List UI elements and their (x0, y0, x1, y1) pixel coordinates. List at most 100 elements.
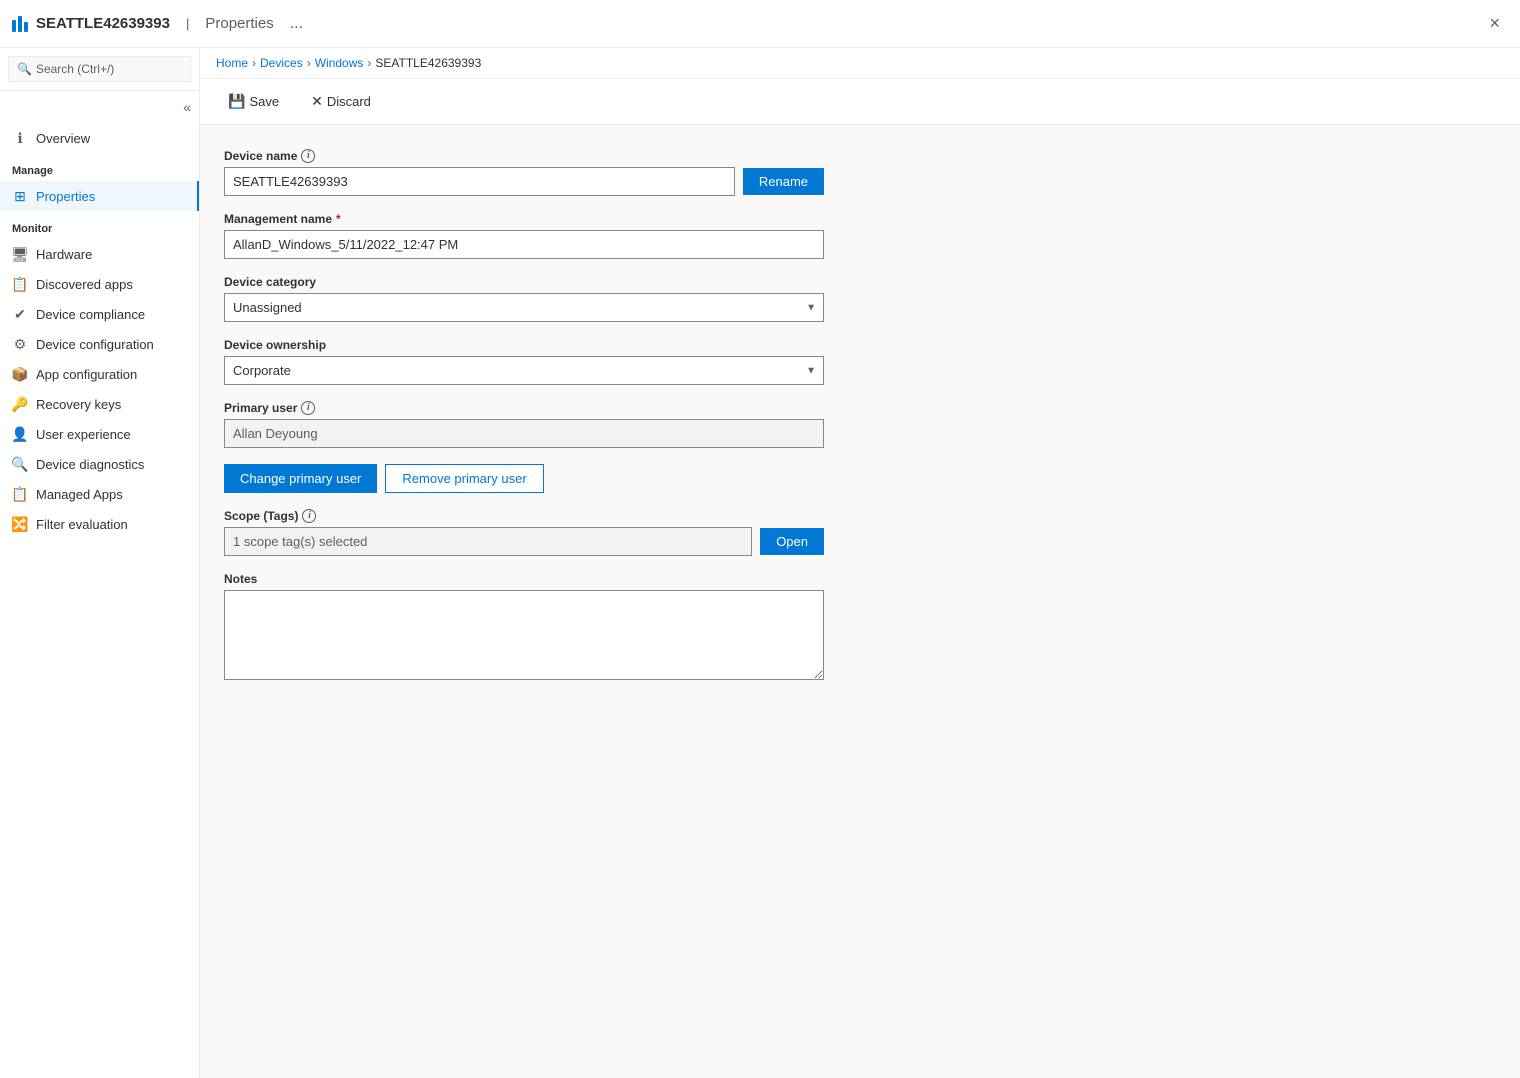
device-category-label: Device category (224, 275, 824, 289)
breadcrumb-sep-2: › (307, 56, 311, 70)
discard-button[interactable]: ✕ Discard (299, 87, 383, 116)
sidebar-item-app-configuration[interactable]: 📦 App configuration (0, 359, 199, 389)
notes-textarea[interactable] (224, 590, 824, 680)
sidebar-item-label: Filter evaluation (36, 517, 128, 532)
breadcrumb-sep-3: › (367, 56, 371, 70)
sidebar-item-filter-evaluation[interactable]: 🔀 Filter evaluation (0, 509, 199, 539)
sidebar-item-label: Hardware (36, 247, 92, 262)
hardware-icon: 🖥 (12, 246, 28, 262)
discard-label: Discard (327, 94, 371, 109)
sidebar: 🔍 Search (Ctrl+/) « ℹ Overview Manage ⊞ … (0, 48, 200, 1078)
primary-user-field: Primary user i (224, 401, 824, 448)
rename-button[interactable]: Rename (743, 168, 824, 195)
sidebar-item-user-experience[interactable]: 👤 User experience (0, 419, 199, 449)
content-area: Home › Devices › Windows › SEATTLE426393… (200, 48, 1520, 1078)
sidebar-item-label: Overview (36, 131, 90, 146)
open-scope-tags-button[interactable]: Open (760, 528, 824, 555)
toolbar: 💾 Save ✕ Discard (200, 79, 1520, 124)
breadcrumb-windows[interactable]: Windows (315, 56, 364, 70)
managed-apps-icon: 📋 (12, 486, 28, 502)
device-configuration-icon: ⚙ (12, 336, 28, 352)
device-category-field: Device category Unassigned ▼ (224, 275, 824, 322)
device-title: SEATTLE42639393 (36, 15, 170, 32)
sidebar-item-managed-apps[interactable]: 📋 Managed Apps (0, 479, 199, 509)
sidebar-item-recovery-keys[interactable]: 🔑 Recovery keys (0, 389, 199, 419)
primary-user-info-icon: i (301, 401, 315, 415)
change-primary-user-button[interactable]: Change primary user (224, 464, 377, 493)
sidebar-item-device-configuration[interactable]: ⚙ Device configuration (0, 329, 199, 359)
breadcrumb-sep-1: › (252, 56, 256, 70)
device-ownership-select[interactable]: CorporatePersonal (224, 356, 824, 385)
notes-field: Notes (224, 572, 824, 683)
device-name-info-icon: i (301, 149, 315, 163)
remove-primary-user-button[interactable]: Remove primary user (385, 464, 543, 493)
primary-user-input (224, 419, 824, 448)
sidebar-item-device-diagnostics[interactable]: 🔍 Device diagnostics (0, 449, 199, 479)
content-header: 💾 Save ✕ Discard (200, 79, 1520, 125)
form-container: Device name i Rename Management name (224, 149, 824, 683)
primary-user-label: Primary user i (224, 401, 824, 415)
scope-tags-input-row: Open (224, 527, 824, 556)
device-category-select[interactable]: Unassigned (224, 293, 824, 322)
breadcrumb: Home › Devices › Windows › SEATTLE426393… (200, 48, 1520, 79)
close-button[interactable]: × (1481, 9, 1508, 38)
sidebar-item-label: Recovery keys (36, 397, 121, 412)
device-ownership-select-wrap: CorporatePersonal ▼ (224, 356, 824, 385)
sidebar-item-overview[interactable]: ℹ Overview (0, 123, 199, 153)
notes-label: Notes (224, 572, 824, 586)
app-configuration-icon: 📦 (12, 366, 28, 382)
scope-tags-field: Scope (Tags) i Open (224, 509, 824, 556)
app-logo: SEATTLE42639393 | Properties ... (12, 15, 303, 33)
sidebar-item-label: Properties (36, 189, 95, 204)
primary-user-actions: Change primary user Remove primary user (224, 464, 824, 493)
sidebar-item-label: Device diagnostics (36, 457, 144, 472)
page-name: Properties (205, 15, 273, 32)
device-diagnostics-icon: 🔍 (12, 456, 28, 472)
save-icon: 💾 (228, 93, 245, 110)
search-input[interactable]: 🔍 Search (Ctrl+/) (8, 56, 191, 82)
sidebar-item-hardware[interactable]: 🖥 Hardware (0, 239, 199, 269)
user-experience-icon: 👤 (12, 426, 28, 442)
device-category-select-wrap: Unassigned ▼ (224, 293, 824, 322)
top-bar: SEATTLE42639393 | Properties ... × (0, 0, 1520, 48)
more-options-button[interactable]: ... (290, 15, 303, 33)
breadcrumb-home[interactable]: Home (216, 56, 248, 70)
sidebar-item-label: App configuration (36, 367, 137, 382)
save-button[interactable]: 💾 Save (216, 87, 291, 116)
sidebar-item-properties[interactable]: ⊞ Properties (0, 181, 199, 211)
overview-icon: ℹ (12, 130, 28, 146)
sidebar-item-label: Managed Apps (36, 487, 123, 502)
title-separator: | (186, 16, 189, 31)
save-label: Save (249, 94, 279, 109)
scope-tags-input (224, 527, 752, 556)
logo-icon (12, 16, 28, 32)
discard-icon: ✕ (311, 93, 323, 110)
breadcrumb-devices[interactable]: Devices (260, 56, 303, 70)
content-body: Device name i Rename Management name (200, 125, 1520, 1078)
sidebar-item-device-compliance[interactable]: ✔ Device compliance (0, 299, 199, 329)
sidebar-item-label: Device compliance (36, 307, 145, 322)
sidebar-section-monitor: Monitor (0, 211, 199, 239)
device-name-input-row: Rename (224, 167, 824, 196)
discovered-apps-icon: 📋 (12, 276, 28, 292)
filter-evaluation-icon: 🔀 (12, 516, 28, 532)
management-name-field: Management name (224, 212, 824, 259)
sidebar-section-manage: Manage (0, 153, 199, 181)
search-placeholder: Search (Ctrl+/) (36, 62, 114, 76)
sidebar-item-label: User experience (36, 427, 131, 442)
sidebar-item-label: Discovered apps (36, 277, 133, 292)
collapse-sidebar-button[interactable]: « (175, 91, 199, 123)
management-name-input[interactable] (224, 230, 824, 259)
device-name-input[interactable] (224, 167, 735, 196)
recovery-keys-icon: 🔑 (12, 396, 28, 412)
sidebar-item-label: Device configuration (36, 337, 154, 352)
device-ownership-field: Device ownership CorporatePersonal ▼ (224, 338, 824, 385)
device-compliance-icon: ✔ (12, 306, 28, 322)
search-icon: 🔍 (17, 62, 32, 76)
management-name-label: Management name (224, 212, 824, 226)
device-ownership-label: Device ownership (224, 338, 824, 352)
scope-tags-info-icon: i (302, 509, 316, 523)
device-name-field: Device name i Rename (224, 149, 824, 196)
top-bar-right: × (1481, 9, 1508, 38)
sidebar-item-discovered-apps[interactable]: 📋 Discovered apps (0, 269, 199, 299)
